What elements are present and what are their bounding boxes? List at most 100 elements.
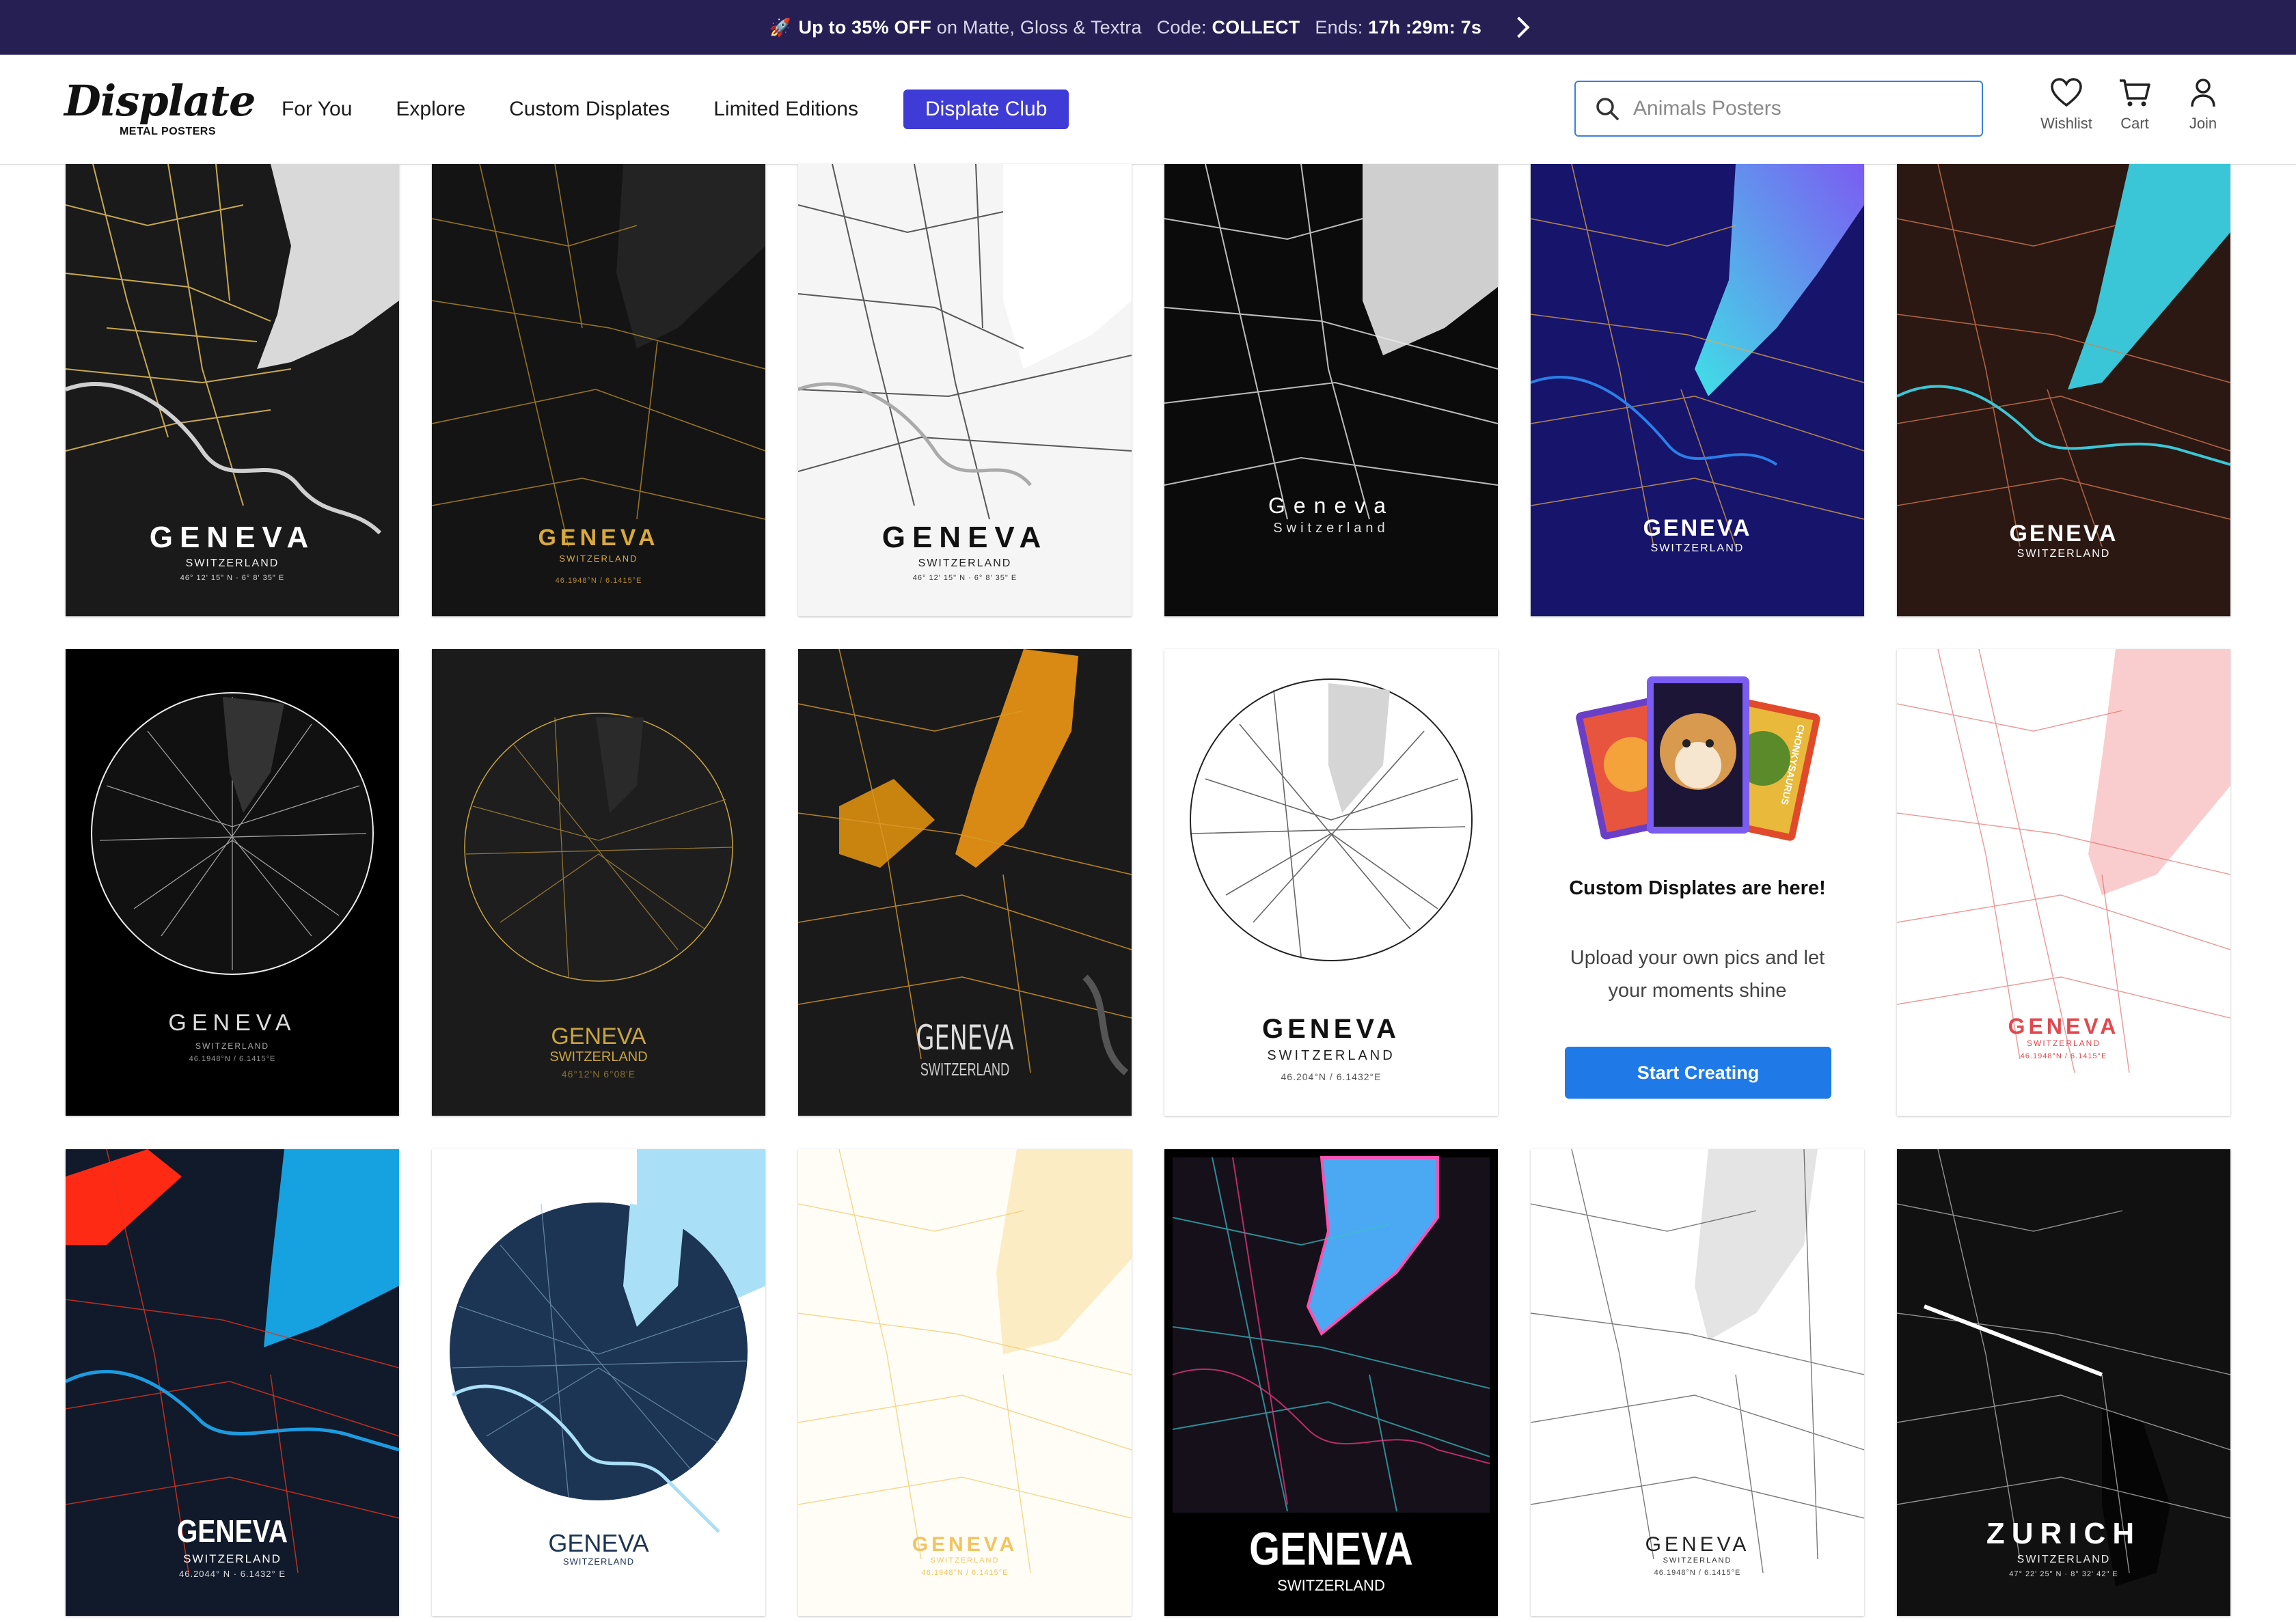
promo-card-title: Custom Displates are here! xyxy=(1569,877,1826,899)
poster-card[interactable]: GENEVA SWITZERLAND 46.2044° N · 6.1432° … xyxy=(66,1149,399,1616)
promo-card-text: Upload your own pics and let your moment… xyxy=(1570,947,1825,1002)
poster-subtitle: SWITZERLAND xyxy=(2017,548,2111,560)
heart-icon xyxy=(2051,78,2082,107)
poster-card[interactable]: GENEVA SWITZERLAND 46.1948°N / 6.1415°E xyxy=(1897,649,2230,1116)
poster-coords: 46° 12' 15" N · 6° 8' 35" E xyxy=(912,574,1017,582)
poster-card[interactable]: ZURICH SWITZERLAND 47° 22' 25" N · 8° 32… xyxy=(1897,1149,2230,1616)
poster-card[interactable]: GENEVA SWITZERLAND xyxy=(798,649,1132,1116)
cart-link[interactable]: Cart xyxy=(2101,78,2169,133)
chevron-right-icon[interactable] xyxy=(1508,16,1530,38)
poster-title: ZURICH xyxy=(1986,1517,2142,1550)
map-artwork xyxy=(1164,164,1498,520)
timer-minutes: :29m xyxy=(1405,16,1449,38)
poster-title: GENEVA xyxy=(1643,515,1752,541)
poster-coords: 46.1948°N / 6.1415°E xyxy=(189,1055,276,1063)
poster-subtitle: SWITZERLAND xyxy=(930,1556,1000,1565)
poster-title: GENEVA xyxy=(916,1018,1014,1058)
poster-subtitle: SWITZERLAND xyxy=(559,553,638,564)
poster-title: GENEVA xyxy=(1249,1523,1413,1575)
poster-coords: 46.1948°N / 6.1415°E xyxy=(921,1569,1009,1577)
poster-card[interactable]: GENEVA SWITZERLAND 46.1948°N / 6.1415°E xyxy=(798,1149,1132,1616)
poster-card[interactable]: GENEVA SWITZERLAND 46.1948°N / 6.1415°E xyxy=(432,164,765,616)
poster-title: GENEVA xyxy=(168,1010,297,1036)
poster-title: GENEVA xyxy=(551,1023,646,1049)
nav-custom-displates[interactable]: Custom Displates xyxy=(509,98,670,121)
poster-coords: 46.1948°N / 6.1415°E xyxy=(2020,1052,2107,1060)
promo-headline: Up to 35% OFF xyxy=(798,16,932,38)
poster-subtitle: SWITZERLAND xyxy=(195,1041,269,1051)
poster-subtitle: SWITZERLAND xyxy=(1277,1577,1385,1594)
custom-displates-illustration: CHONKYSAURUS xyxy=(1576,676,1820,841)
timer-seconds: : 7s xyxy=(1449,16,1482,38)
search-box[interactable] xyxy=(1574,81,1983,137)
promo-bar[interactable]: 🚀 Up to 35% OFF on Matte, Gloss & Textra… xyxy=(0,0,2296,55)
promo-code: COLLECT xyxy=(1212,16,1300,38)
promo-ends-label: Ends: xyxy=(1315,16,1363,38)
poster-subtitle: SWITZERLAND xyxy=(2017,1554,2111,1565)
search-input[interactable] xyxy=(1632,96,1963,121)
poster-title: GENEVA xyxy=(882,521,1048,554)
search-icon xyxy=(1596,98,1619,120)
cart-icon xyxy=(2120,79,2150,107)
poster-card[interactable]: GENEVA SWITZERLAND xyxy=(1164,1149,1498,1616)
promo-detail: on Matte, Gloss & Textra xyxy=(936,16,1142,38)
poster-subtitle: SWITZERLAND xyxy=(183,1552,282,1565)
poster-coords: 46.204°N / 6.1432°E xyxy=(1281,1071,1382,1082)
poster-title: GENEVA xyxy=(176,1513,288,1549)
join-label: Join xyxy=(2189,115,2217,132)
user-icon xyxy=(2191,79,2215,107)
nav-limited-editions[interactable]: Limited Editions xyxy=(713,98,858,121)
poster-coords: 46.1948°N / 6.1415°E xyxy=(1654,1569,1741,1577)
poster-subtitle: SWITZERLAND xyxy=(562,1556,635,1567)
poster-card[interactable]: GENEVA SWITZERLAND xyxy=(432,1149,765,1616)
poster-card[interactable]: GENEVA SWITZERLAND 46° 12' 15" N · 6° 8'… xyxy=(798,164,1132,616)
timer-hours: 17h xyxy=(1368,16,1401,38)
poster-subtitle: SWITZERLAND xyxy=(1650,542,1745,554)
nav-explore[interactable]: Explore xyxy=(396,98,465,121)
displate-logo[interactable]: Displate METAL POSTERS xyxy=(64,76,256,141)
cart-label: Cart xyxy=(2120,115,2149,132)
poster-card[interactable]: GENEVA SWITZERLAND 46° 12' 15" N · 6° 8'… xyxy=(66,164,399,616)
poster-card[interactable]: GENEVA SWITZERLAND 46°12'N 6°08'E xyxy=(432,649,765,1116)
poster-title: GENEVA xyxy=(1645,1533,1750,1556)
poster-coords: 46° 12' 15" N · 6° 8' 35" E xyxy=(180,574,285,582)
wishlist-label: Wishlist xyxy=(2040,115,2092,132)
map-artwork xyxy=(1190,678,1473,961)
poster-card[interactable]: GENEVA SWITZERLAND 46.1948°N / 6.1415°E xyxy=(1531,1149,1864,1616)
poster-subtitle: SWITZERLAND xyxy=(918,558,1012,569)
poster-subtitle: SWITZERLAND xyxy=(920,1059,1010,1080)
poster-title: GENEVA xyxy=(548,1529,649,1557)
start-creating-button[interactable]: Start Creating xyxy=(1565,1047,1831,1099)
poster-card[interactable]: GENEVA SWITZERLAND xyxy=(1897,164,2230,616)
wishlist-link[interactable]: Wishlist xyxy=(2032,78,2101,133)
custom-displates-promo-card: CHONKYSAURUS Custom Displates are here! … xyxy=(1531,649,1864,1116)
poster-subtitle: SWITZERLAND xyxy=(549,1049,648,1064)
poster-subtitle: SWITZERLAND xyxy=(1267,1048,1395,1063)
poster-subtitle: Switzerland xyxy=(1273,521,1389,536)
poster-title: Geneva xyxy=(1268,493,1395,518)
poster-coords: 47° 22' 25" N · 8° 32' 42" E xyxy=(2009,1570,2118,1578)
poster-card[interactable]: GENEVA SWITZERLAND 46.1948°N / 6.1415°E xyxy=(66,649,399,1116)
poster-coords: 46°12'N 6°08'E xyxy=(561,1069,636,1080)
poster-title: GENEVA xyxy=(2009,521,2118,547)
poster-title: GENEVA xyxy=(2008,1014,2120,1039)
poster-subtitle: SWITZERLAND xyxy=(2026,1039,2101,1048)
poster-subtitle: SWITZERLAND xyxy=(185,558,279,569)
poster-title: GENEVA xyxy=(149,521,316,554)
displate-club-button[interactable]: Displate Club xyxy=(903,90,1069,129)
poster-card[interactable]: GENEVA SWITZERLAND 46.204°N / 6.1432°E xyxy=(1164,649,1498,1116)
nav-for-you[interactable]: For You xyxy=(282,98,352,121)
logo-tagline: METAL POSTERS xyxy=(119,126,216,137)
main-nav: For You Explore Custom Displates Limited… xyxy=(282,55,1069,164)
logo-wordmark: Displate xyxy=(64,76,256,126)
poster-card[interactable]: Geneva Switzerland xyxy=(1164,164,1498,616)
promo-code-label: Code: xyxy=(1156,16,1207,38)
poster-coords: 46.1948°N / 6.1415°E xyxy=(555,577,642,585)
poster-title: GENEVA xyxy=(1262,1014,1400,1044)
poster-card[interactable]: GENEVA SWITZERLAND xyxy=(1531,164,1864,616)
poster-coords: 46.2044° N · 6.1432° E xyxy=(179,1569,286,1579)
join-link[interactable]: Join xyxy=(2169,78,2237,133)
poster-title: GENEVA xyxy=(912,1533,1018,1556)
poster-subtitle: SWITZERLAND xyxy=(1663,1556,1732,1565)
rocket-icon: 🚀 xyxy=(769,16,792,38)
